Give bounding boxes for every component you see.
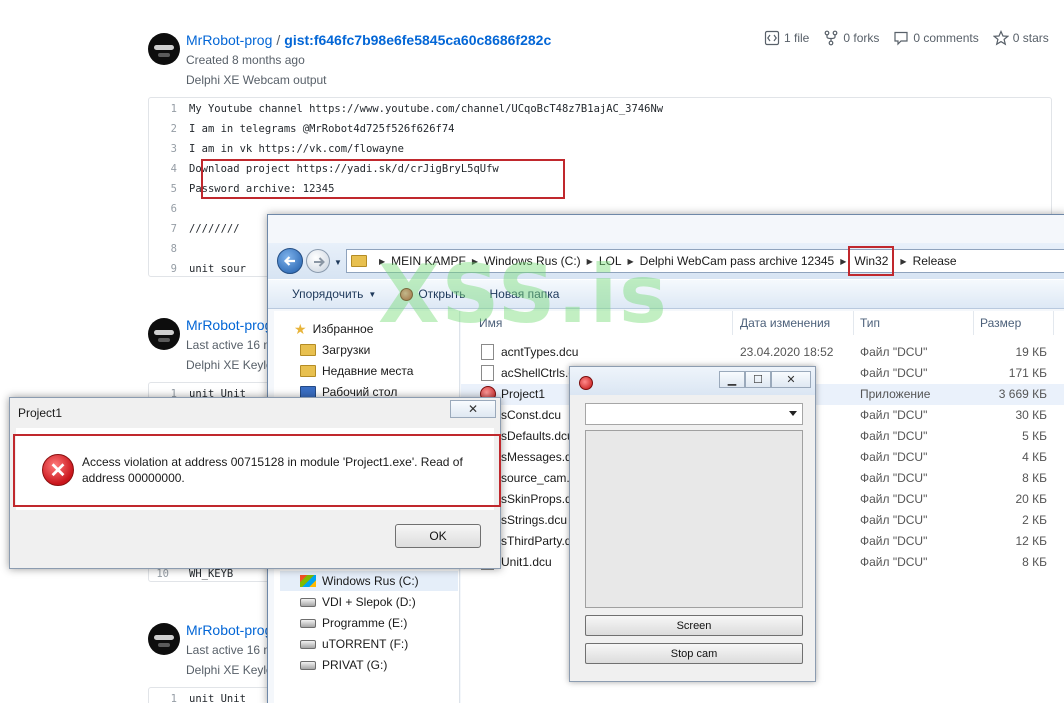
gist-description: Delphi XE Keylo (186, 663, 273, 677)
user-avatar[interactable] (148, 33, 180, 65)
organize-button[interactable]: Упорядочить ▼ (292, 287, 376, 301)
forks-stat[interactable]: 0 forks (823, 30, 879, 46)
file-icon (481, 365, 494, 381)
files-count: 1 file (784, 31, 810, 45)
code-line: 1 My Youtube channel https://www.youtube.… (170, 103, 664, 115)
gist-owner-link[interactable]: MrRobot-prog (186, 622, 272, 638)
nav-drive-c[interactable]: Windows Rus (C:) (280, 571, 458, 591)
code-icon (764, 30, 780, 46)
code-line: 1 unit Unit (170, 693, 246, 703)
minimize-button[interactable]: ▁ (719, 371, 745, 388)
folder-icon (351, 255, 367, 267)
gist-description: Delphi XE Keylo (186, 358, 273, 372)
code-line: 6 (170, 203, 177, 215)
code-line: 3I am in vk https://vk.com/flowayne (170, 143, 404, 155)
gist-meta: Last active 16 m (186, 338, 274, 352)
forks-count: 0 forks (843, 31, 880, 45)
fork-icon (824, 30, 838, 46)
arrow-right-icon (314, 257, 325, 267)
watermark: XSS.is (378, 248, 669, 341)
dialog-title: Project1 (18, 406, 63, 420)
highlight-frame (13, 434, 501, 507)
code-line: 8 (170, 243, 177, 255)
gist-id-link[interactable]: gist:f646fc7b98e6fe5845ca60c8686f282c (284, 32, 551, 48)
highlight-frame (201, 159, 565, 199)
close-button[interactable]: ✕ (771, 371, 811, 388)
code-line: 2I am in telegrams @MrRobot4d725f526f626… (170, 123, 455, 135)
comments-count: 0 comments (913, 31, 979, 45)
file-row[interactable]: acntTypes.dcu 23.04.2020 18:52 Файл "DCU" 1… (461, 342, 1064, 363)
app-icon (579, 376, 593, 390)
camera-preview (585, 430, 803, 608)
ok-button[interactable]: OK (395, 524, 481, 548)
folder-icon (300, 344, 316, 356)
gist-owner-link[interactable]: MrRobot-prog (186, 317, 272, 333)
folder-icon (300, 365, 316, 377)
gist-description: Delphi XE Webcam output (186, 73, 327, 87)
star-icon (992, 30, 1009, 46)
close-button[interactable]: ✕ (450, 400, 496, 418)
chevron-down-icon (789, 411, 797, 416)
maximize-button[interactable]: ☐ (745, 371, 771, 388)
nav-drive-g[interactable]: PRIVAT (G:) (300, 655, 387, 675)
nav-downloads[interactable]: Загрузки (300, 340, 370, 360)
column-date[interactable]: Дата изменения (734, 311, 854, 335)
gist-stats: 1 file 0 forks 0 comments 0 stars (764, 30, 1049, 46)
app-title-bar[interactable]: ▁ ☐ ✕ (570, 367, 815, 395)
forward-button[interactable] (306, 249, 330, 273)
nav-drive-d[interactable]: VDI + Slepok (D:) (300, 592, 416, 612)
user-avatar[interactable] (148, 318, 180, 350)
chevron-right-icon[interactable]: ▶ (900, 257, 906, 266)
code-block: 1 unit Unit (148, 687, 278, 703)
file-icon (481, 344, 494, 360)
screen-button[interactable]: Screen (585, 615, 803, 636)
gist-meta: Created 8 months ago (186, 53, 305, 67)
drive-icon (300, 597, 316, 607)
comments-stat[interactable]: 0 comments (893, 30, 979, 46)
arrow-left-icon (283, 256, 295, 266)
breadcrumb-3[interactable]: Delphi WebCam pass archive 12345 (640, 254, 835, 268)
code-line: 7//////// (170, 223, 240, 235)
breadcrumb-4[interactable]: Win32 (848, 246, 895, 276)
nav-recent[interactable]: Недавние места (300, 361, 413, 381)
title-separator: / (276, 32, 281, 48)
nav-drive-f[interactable]: uTORRENT (F:) (300, 634, 408, 654)
stop-cam-button[interactable]: Stop cam (585, 643, 803, 664)
gist-title[interactable]: MrRobot-prog / gist:f646fc7b98e6fe5845ca60… (186, 32, 551, 48)
history-dropdown-icon[interactable]: ▼ (334, 258, 342, 267)
nav-favorites[interactable]: ★ Избранное (294, 319, 373, 339)
drive-icon (300, 660, 316, 670)
star-icon: ★ (294, 320, 307, 337)
chevron-down-icon: ▼ (368, 289, 377, 299)
files-stat[interactable]: 1 file (764, 30, 809, 46)
drive-icon (300, 618, 316, 628)
user-avatar[interactable] (148, 623, 180, 655)
gist-meta: Last active 16 m (186, 643, 274, 657)
comment-icon (894, 31, 908, 46)
stars-stat[interactable]: 0 stars (992, 30, 1049, 46)
windows-drive-icon (300, 575, 316, 587)
chevron-right-icon[interactable]: ▶ (840, 257, 846, 266)
window-controls: ▁ ☐ ✕ (719, 371, 811, 388)
code-line: 9 unit sour (170, 263, 246, 275)
drive-icon (300, 639, 316, 649)
stars-count: 0 stars (1012, 31, 1049, 45)
camera-select[interactable] (585, 403, 803, 425)
back-button[interactable] (277, 248, 303, 274)
gist-owner-link[interactable]: MrRobot-prog (186, 32, 272, 48)
column-type[interactable]: Тип (854, 311, 974, 335)
column-size[interactable]: Размер (974, 311, 1054, 335)
webcam-app-window: ▁ ☐ ✕ Screen Stop cam (569, 366, 816, 682)
nav-drive-e[interactable]: Programme (E:) (300, 613, 407, 633)
breadcrumb-5[interactable]: Release (913, 254, 957, 268)
